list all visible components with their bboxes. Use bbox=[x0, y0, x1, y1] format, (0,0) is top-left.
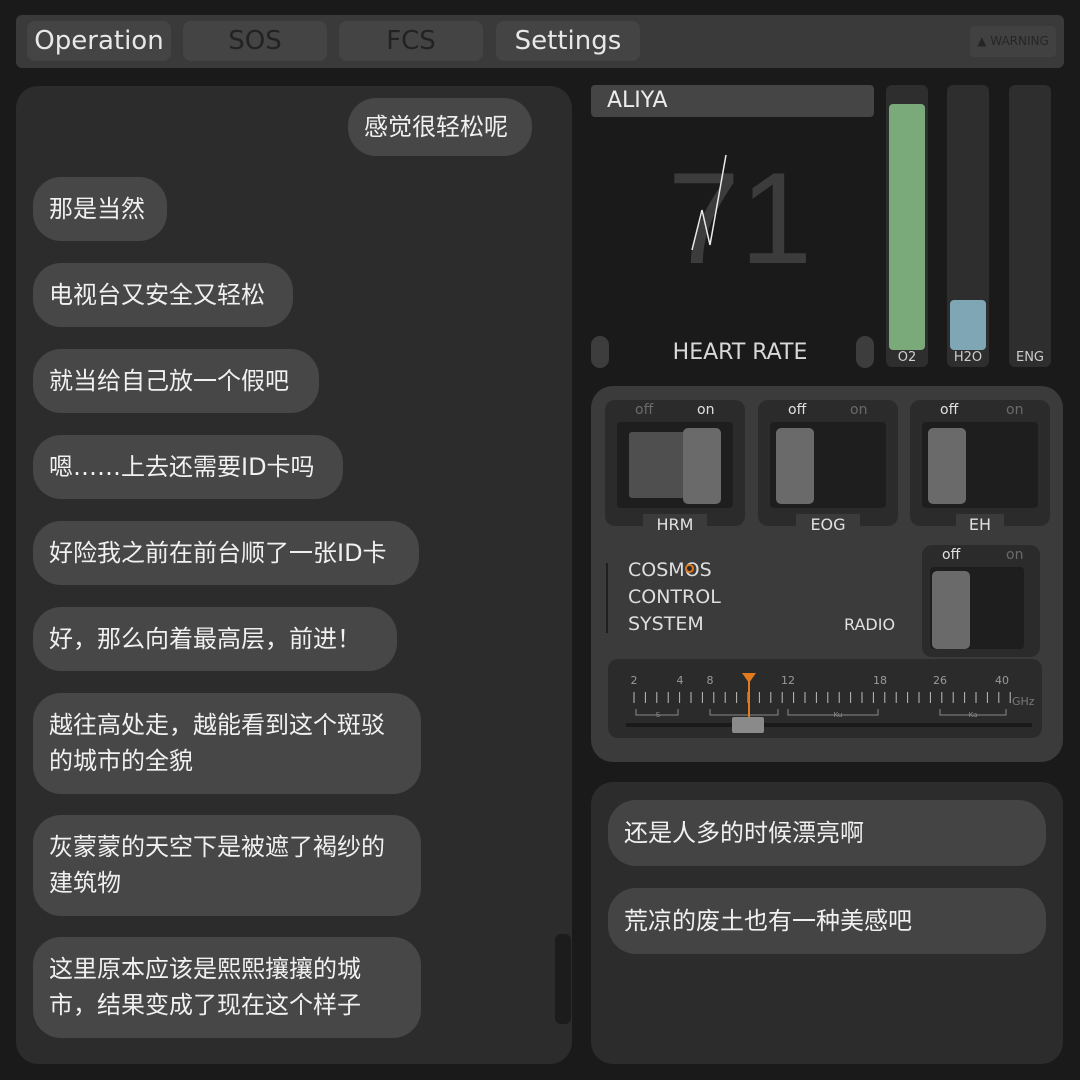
eog-off-label: off bbox=[788, 402, 807, 418]
radio-switch-housing: off on bbox=[922, 545, 1040, 657]
o2-meter-label: O2 bbox=[897, 350, 917, 365]
radio-off-label: off bbox=[942, 547, 961, 563]
eog-switch-label: EOG bbox=[810, 515, 846, 534]
hrm-toggle-bed bbox=[629, 432, 685, 498]
radio-switch-label: RADIO bbox=[844, 615, 896, 634]
eh-toggle[interactable] bbox=[922, 422, 1038, 508]
frequency-unit: GHz bbox=[1012, 695, 1035, 708]
frequency-tick-label: 12 bbox=[781, 674, 795, 687]
system-name-line1: COSMOS bbox=[628, 559, 712, 581]
eog-toggle-handle[interactable] bbox=[776, 428, 814, 504]
frequency-band-label: S bbox=[656, 711, 661, 719]
h2o-meter: H2O bbox=[947, 85, 989, 367]
frequency-band-label: Ka bbox=[969, 711, 978, 719]
radio-frequency-tuner[interactable]: 2 4 8 12 18 26 40 GHz S Ku Ka bbox=[608, 659, 1042, 738]
chat-message-text: 这里原本应该是熙熙攘攘的城市，结果变成了现在这个样子 bbox=[49, 955, 361, 1019]
eng-meter: ENG bbox=[1009, 85, 1051, 367]
chat-bubble-incoming: 灰蒙蒙的天空下是被遮了褐纱的建筑物 bbox=[33, 815, 421, 916]
eh-toggle-handle[interactable] bbox=[928, 428, 966, 504]
reply-option-2[interactable]: 荒凉的废土也有一种美感吧 bbox=[608, 888, 1046, 954]
chat-message-text: 灰蒙蒙的天空下是被遮了褐纱的建筑物 bbox=[49, 833, 385, 897]
chat-message-text: 好险我之前在前台顺了一张ID卡 bbox=[49, 539, 387, 567]
chat-message-text: 越往高处走，越能看到这个斑驳的城市的全貌 bbox=[49, 711, 385, 775]
frequency-tick-label: 4 bbox=[677, 674, 684, 687]
radio-on-label: on bbox=[1006, 547, 1024, 563]
character-name: ALIYA bbox=[591, 85, 874, 117]
system-divider bbox=[606, 563, 608, 633]
h2o-meter-label: H2O bbox=[953, 350, 983, 365]
h2o-meter-fill bbox=[950, 300, 986, 350]
frequency-tick-label: 18 bbox=[873, 674, 887, 687]
chat-log-panel[interactable]: 感觉很轻松呢 那是当然 电视台又安全又轻松 就当给自己放一个假吧 嗯……上去还需… bbox=[16, 86, 572, 1064]
hrm-on-label: on bbox=[697, 402, 715, 418]
hrm-switch-housing: off on HRM bbox=[605, 400, 745, 534]
top-navigation-bar: Operation SOS FCS Settings ▲ WARNING bbox=[16, 15, 1064, 68]
o2-meter-fill bbox=[889, 104, 925, 350]
chat-bubble-incoming: 那是当然 bbox=[33, 177, 167, 241]
frequency-band-bracket bbox=[709, 709, 779, 716]
hrm-switch-label: HRM bbox=[656, 515, 694, 534]
frequency-tick-label: 2 bbox=[631, 674, 638, 687]
chat-message-text: 感觉很轻松呢 bbox=[364, 113, 508, 141]
chat-scrollbar[interactable] bbox=[555, 934, 571, 1024]
hrm-off-label: off bbox=[635, 402, 654, 418]
tab-operation[interactable]: Operation bbox=[27, 21, 171, 61]
reply-options-panel: 还是人多的时候漂亮啊 荒凉的废土也有一种美感吧 bbox=[591, 782, 1063, 1064]
heart-rate-waveform-icon bbox=[691, 154, 727, 251]
status-led-icon bbox=[685, 564, 694, 573]
tuner-needle-head-icon bbox=[742, 673, 756, 683]
chat-bubble-incoming: 好险我之前在前台顺了一张ID卡 bbox=[33, 521, 419, 585]
reply-option-1[interactable]: 还是人多的时候漂亮啊 bbox=[608, 800, 1046, 866]
chat-bubble-incoming: 越往高处走，越能看到这个斑驳的城市的全貌 bbox=[33, 693, 421, 794]
tab-sos[interactable]: SOS bbox=[183, 21, 327, 61]
chat-bubble-incoming: 好，那么向着最高层，前进！ bbox=[33, 607, 397, 671]
eog-on-label: on bbox=[850, 402, 868, 418]
tuner-slider-handle[interactable] bbox=[732, 717, 764, 733]
eh-switch-label: EH bbox=[968, 515, 992, 534]
hrm-toggle-handle[interactable] bbox=[683, 428, 721, 504]
frequency-tick-label: 40 bbox=[995, 674, 1009, 687]
frequency-band-label: Ku bbox=[834, 711, 843, 719]
chat-bubble-incoming: 电视台又安全又轻松 bbox=[33, 263, 293, 327]
chat-bubble-outgoing: 感觉很轻松呢 bbox=[348, 98, 532, 156]
right-heart-rate-knob[interactable] bbox=[856, 336, 874, 368]
o2-meter: O2 bbox=[886, 85, 928, 367]
frequency-tick-label: 26 bbox=[933, 674, 947, 687]
chat-message-text: 电视台又安全又轻松 bbox=[49, 281, 265, 309]
tab-fcs[interactable]: FCS bbox=[339, 21, 483, 61]
system-name: COSMOS CONTROL SYSTEM bbox=[628, 557, 721, 638]
chat-message-text: 嗯……上去还需要ID卡吗 bbox=[49, 453, 315, 481]
eog-switch-housing: off on EOG bbox=[758, 400, 898, 534]
eng-meter-label: ENG bbox=[1015, 350, 1044, 365]
chat-bubble-incoming: 就当给自己放一个假吧 bbox=[33, 349, 319, 413]
eh-switch-housing: off on EH bbox=[910, 400, 1050, 534]
system-name-line2: CONTROL bbox=[628, 586, 721, 608]
warning-icon: ▲ bbox=[977, 34, 987, 48]
eh-off-label: off bbox=[940, 402, 959, 418]
system-name-line3: SYSTEM bbox=[628, 613, 704, 635]
heart-rate-value: 71 bbox=[667, 145, 813, 291]
chat-message-text: 好，那么向着最高层，前进！ bbox=[49, 625, 361, 653]
radio-toggle[interactable] bbox=[930, 567, 1024, 649]
chat-bubble-incoming: 嗯……上去还需要ID卡吗 bbox=[33, 435, 343, 499]
heart-rate-label: HEART RATE bbox=[672, 340, 808, 365]
frequency-tick-label: 8 bbox=[707, 674, 714, 687]
chat-bubble-incoming: 这里原本应该是熙熙攘攘的城市，结果变成了现在这个样子 bbox=[33, 937, 421, 1038]
chat-message-text: 就当给自己放一个假吧 bbox=[49, 367, 289, 395]
chat-message-text: 那是当然 bbox=[49, 195, 145, 223]
hrm-toggle[interactable] bbox=[617, 422, 733, 508]
eog-toggle[interactable] bbox=[770, 422, 886, 508]
warning-label: WARNING bbox=[990, 34, 1049, 48]
frequency-scale: 2 4 8 12 18 26 40GHz S Ku Ka bbox=[626, 673, 1035, 733]
left-heart-rate-knob[interactable] bbox=[591, 336, 609, 368]
eh-on-label: on bbox=[1006, 402, 1024, 418]
warning-indicator: ▲ WARNING bbox=[970, 26, 1056, 57]
radio-toggle-handle[interactable] bbox=[932, 571, 970, 649]
tab-settings[interactable]: Settings bbox=[496, 21, 640, 61]
